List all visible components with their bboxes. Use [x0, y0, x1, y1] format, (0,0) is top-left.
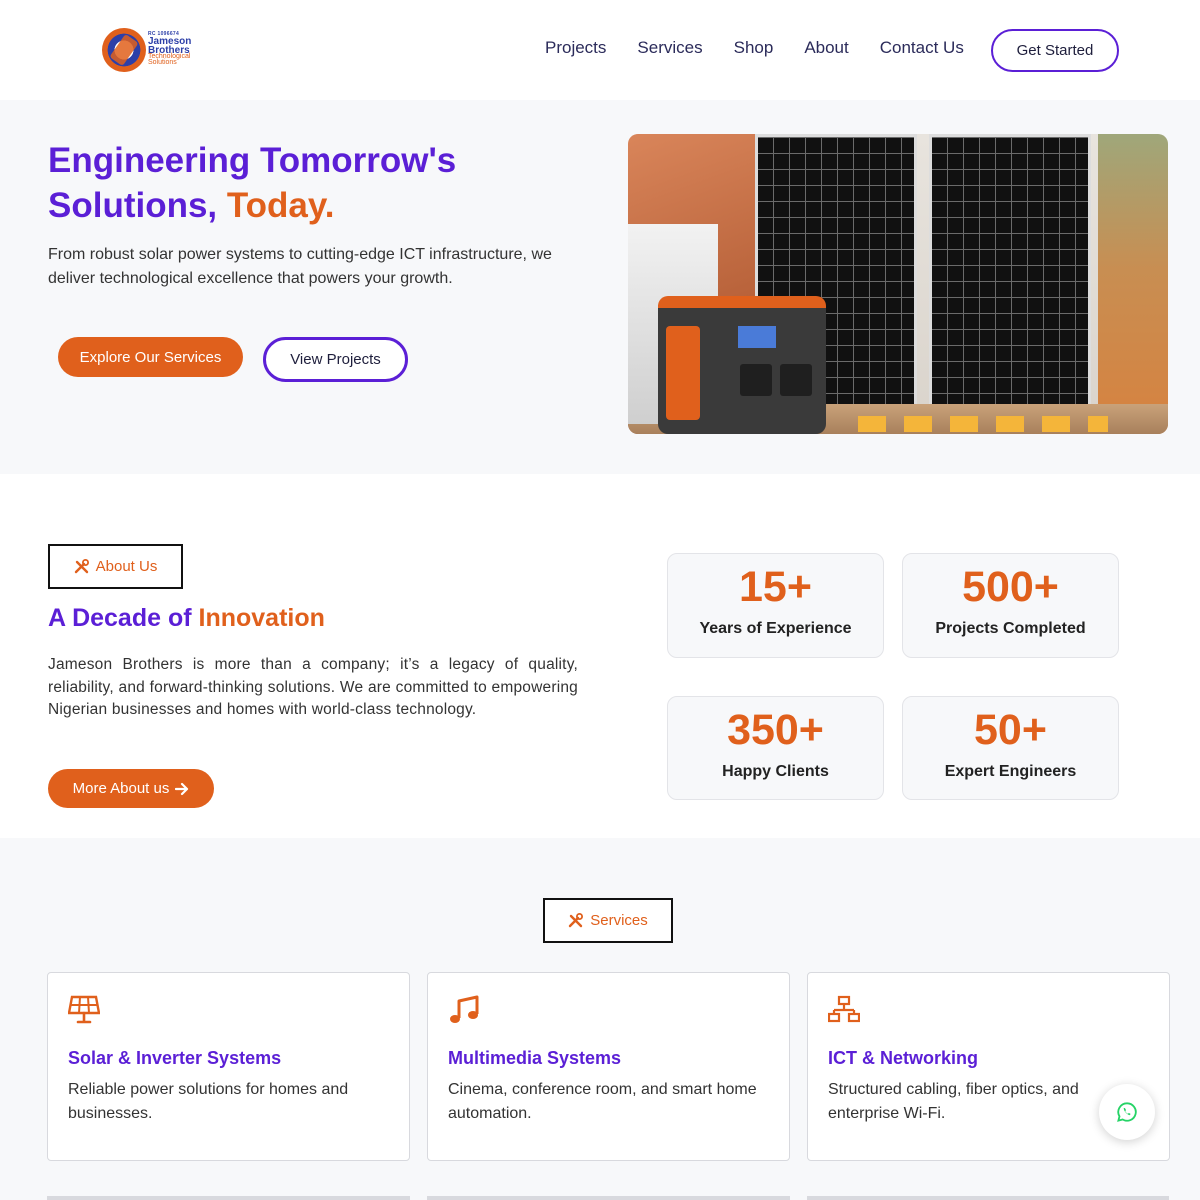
stat-label: Expert Engineers	[944, 763, 1077, 780]
hero-title-line1: Engineering Tomorrow's	[48, 141, 457, 180]
more-about-label: More About us	[72, 780, 170, 797]
stat-card-experience: 15+ Years of Experience	[667, 553, 884, 658]
tools-icon	[74, 558, 89, 573]
service-description: Reliable power solutions for homes and b…	[68, 1081, 349, 1122]
service-card-multimedia[interactable]: Multimedia Systems Cinema, conference ro…	[427, 972, 790, 1161]
stat-label: Happy Clients	[722, 763, 829, 780]
service-title: Solar & Inverter Systems	[68, 1048, 282, 1068]
about-us-tag: About Us	[48, 544, 183, 589]
service-title: ICT & Networking	[828, 1048, 979, 1068]
stat-card-projects: 500+ Projects Completed	[902, 553, 1119, 658]
site-header: RC 1096674 Jameson Brothers Technologica…	[0, 0, 1200, 100]
stat-value: 15+	[739, 563, 812, 611]
view-projects-button[interactable]: View Projects	[263, 337, 408, 382]
about-title: A Decade of Innovation	[48, 604, 325, 633]
stat-card-engineers: 50+ Expert Engineers	[902, 696, 1119, 800]
nav-shop[interactable]: Shop	[734, 38, 774, 58]
service-title: Multimedia Systems	[448, 1048, 622, 1068]
main-nav: Projects Services Shop About Contact Us	[545, 38, 995, 58]
service-description: Cinema, conference room, and smart home …	[448, 1081, 757, 1122]
about-title-decade: A Decade of	[48, 604, 192, 632]
music-note-icon	[450, 995, 479, 1023]
gear-logo-icon	[102, 28, 146, 72]
tools-icon	[569, 912, 584, 927]
service-card-solar[interactable]: Solar & Inverter Systems Reliable power …	[47, 972, 410, 1161]
nav-projects[interactable]: Projects	[545, 38, 606, 58]
about-description: Jameson Brothers is more than a company;…	[48, 656, 578, 718]
hero-title-today: Today.	[226, 186, 335, 225]
network-icon	[828, 995, 860, 1023]
company-logo[interactable]: RC 1096674 Jameson Brothers Technologica…	[100, 26, 200, 74]
solar-lamps	[858, 416, 1108, 432]
explore-services-button[interactable]: Explore Our Services	[58, 337, 243, 377]
nav-about[interactable]: About	[804, 38, 848, 58]
solar-panel-icon	[68, 995, 100, 1024]
about-title-innovation: Innovation	[198, 604, 325, 632]
stat-value: 50+	[974, 706, 1047, 754]
plant-vase	[1098, 134, 1168, 434]
about-us-tag-label: About Us	[95, 558, 158, 575]
nav-contact-us[interactable]: Contact Us	[880, 38, 964, 58]
stat-value: 500+	[962, 563, 1059, 611]
logo-tagline: Technological Solutions	[148, 53, 191, 66]
stat-value: 350+	[727, 706, 824, 754]
hero-image-solar-products	[628, 134, 1168, 434]
stat-label: Projects Completed	[935, 620, 1086, 637]
hero-title: Engineering Tomorrow's Solutions, Today.	[48, 138, 568, 228]
stat-label: Years of Experience	[699, 620, 852, 637]
get-started-button[interactable]: Get Started	[991, 29, 1119, 72]
whatsapp-button[interactable]	[1099, 1084, 1155, 1140]
power-station	[658, 296, 826, 434]
whatsapp-icon	[1117, 1102, 1137, 1122]
hero-description: From robust solar power systems to cutti…	[48, 246, 552, 287]
hero-title-solutions: Solutions,	[48, 186, 218, 225]
solar-panel-right	[929, 134, 1091, 412]
services-tag: Services	[543, 898, 673, 943]
hero-section: Engineering Tomorrow's Solutions, Today.…	[0, 100, 1200, 474]
nav-services[interactable]: Services	[637, 38, 702, 58]
arrow-right-icon	[175, 782, 189, 795]
next-card-row-edge	[47, 1196, 1169, 1200]
more-about-button[interactable]: More About us	[48, 769, 214, 808]
stat-card-clients: 350+ Happy Clients	[667, 696, 884, 800]
services-tag-label: Services	[590, 912, 648, 929]
